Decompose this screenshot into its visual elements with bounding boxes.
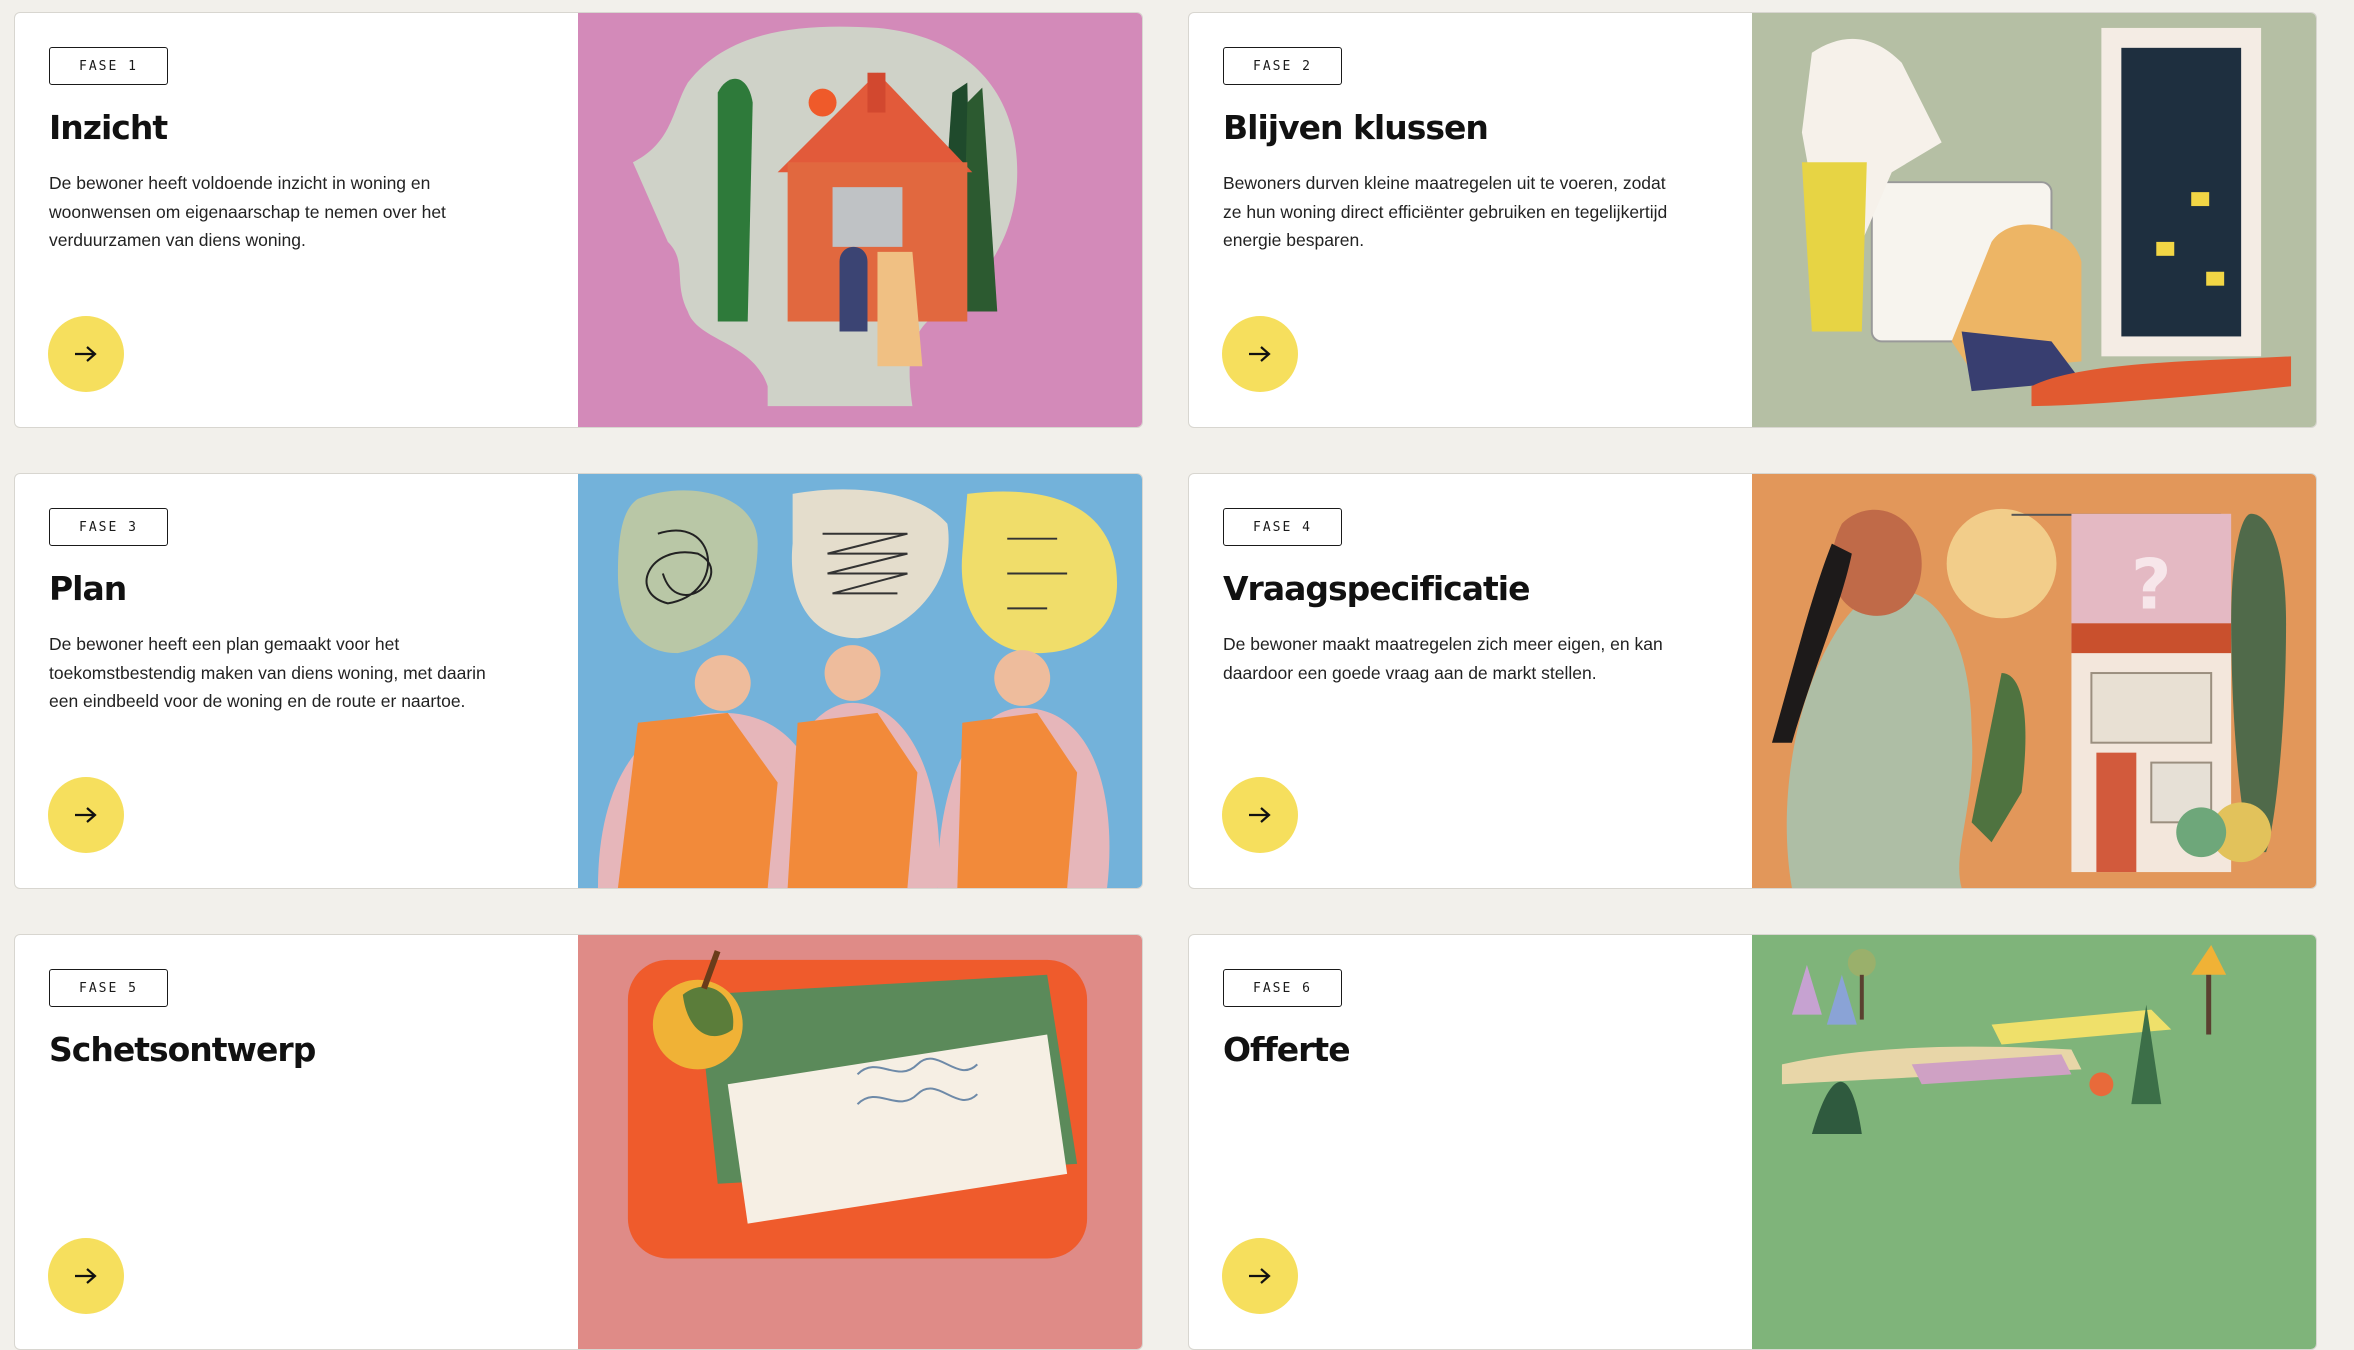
phase-badge: FASE 6: [1223, 969, 1342, 1007]
card-description: Bewoners durven kleine maatregelen uit t…: [1223, 173, 1668, 250]
card-title: Schetsontwerp: [49, 1030, 316, 1069]
card-text-area: FASE 4 Vraagspecificatie De bewoner maak…: [1189, 474, 1752, 888]
open-phase-button[interactable]: [48, 1238, 124, 1314]
phase-badge: FASE 5: [49, 969, 168, 1007]
card-text-area: FASE 6 Offerte: [1189, 935, 1752, 1349]
card-text-area: FASE 1 Inzicht De bewoner heeft voldoend…: [15, 13, 578, 427]
thinking-people-illustration: [578, 474, 1142, 888]
card-text-area: FASE 5 Schetsontwerp: [15, 935, 578, 1349]
arrow-right-icon: [1249, 346, 1271, 362]
arrow-right-icon: [75, 1268, 97, 1284]
open-phase-button[interactable]: [48, 777, 124, 853]
card-title: Blijven klussen: [1223, 108, 1489, 147]
quote-landscape-illustration: [1752, 935, 2316, 1349]
svg-text:?: ?: [2131, 544, 2172, 625]
open-phase-button[interactable]: [1222, 1238, 1298, 1314]
open-phase-button[interactable]: [1222, 777, 1298, 853]
card-title: Inzicht: [49, 108, 168, 147]
card-title: Plan: [49, 569, 127, 608]
card-illustration: [1752, 935, 2316, 1349]
card-title: Vraagspecificatie: [1223, 569, 1530, 608]
phase-card-6[interactable]: FASE 6 Offerte: [1188, 934, 2317, 1350]
phase-badge: FASE 4: [1223, 508, 1342, 546]
card-description: De bewoner heeft een plan gemaakt voor h…: [49, 634, 486, 711]
card-description: De bewoner heeft voldoende inzicht in wo…: [49, 173, 446, 250]
open-phase-button[interactable]: [48, 316, 124, 392]
phase-card-grid: FASE 1 Inzicht De bewoner heeft voldoend…: [14, 12, 2317, 1350]
woman-house-question-illustration: ?: [1752, 474, 2316, 888]
sketch-design-illustration: [578, 935, 1142, 1349]
diy-home-illustration: [1752, 13, 2316, 427]
card-illustration: [578, 474, 1142, 888]
card-illustration: [578, 935, 1142, 1349]
arrow-right-icon: [75, 346, 97, 362]
card-illustration: [1752, 13, 2316, 427]
phase-card-1[interactable]: FASE 1 Inzicht De bewoner heeft voldoend…: [14, 12, 1143, 428]
arrow-right-icon: [75, 807, 97, 823]
arrow-right-icon: [1249, 1268, 1271, 1284]
open-phase-button[interactable]: [1222, 316, 1298, 392]
phase-card-4[interactable]: FASE 4 Vraagspecificatie De bewoner maak…: [1188, 473, 2317, 889]
card-description: De bewoner maakt maatregelen zich meer e…: [1223, 634, 1663, 683]
phase-badge: FASE 2: [1223, 47, 1342, 85]
phase-card-5[interactable]: FASE 5 Schetsontwerp: [14, 934, 1143, 1350]
phase-card-2[interactable]: FASE 2 Blijven klussen Bewoners durven k…: [1188, 12, 2317, 428]
arrow-right-icon: [1249, 807, 1271, 823]
phase-card-3[interactable]: FASE 3 Plan De bewoner heeft een plan ge…: [14, 473, 1143, 889]
phase-badge: FASE 3: [49, 508, 168, 546]
card-text-area: FASE 2 Blijven klussen Bewoners durven k…: [1189, 13, 1752, 427]
card-illustration: ?: [1752, 474, 2316, 888]
card-title: Offerte: [1223, 1030, 1351, 1069]
card-text-area: FASE 3 Plan De bewoner heeft een plan ge…: [15, 474, 578, 888]
card-illustration: [578, 13, 1142, 427]
head-house-illustration: [578, 13, 1142, 427]
phase-badge: FASE 1: [49, 47, 168, 85]
